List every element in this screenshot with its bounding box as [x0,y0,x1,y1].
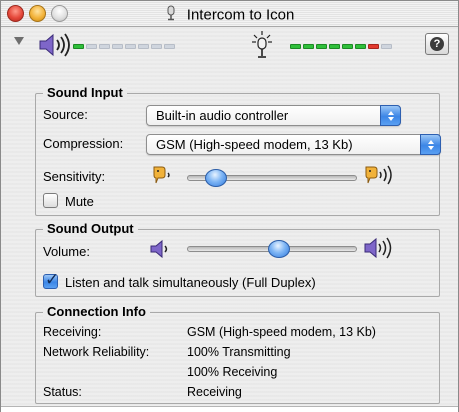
meter-segment [329,44,340,49]
intercom-window: Intercom to Icon ? Sound Input Source: B… [0,0,459,412]
microphone-level-icon [251,30,273,65]
status-label: Status: [43,385,82,399]
meter-segment [99,44,110,49]
disclosure-triangle-icon[interactable] [14,37,24,45]
compression-popup[interactable]: GSM (High-speed modem, 13 Kb) [146,134,441,155]
question-icon: ? [430,37,444,51]
microphone-icon [165,5,177,25]
high-sensitivity-icon [363,164,395,193]
meter-segment [316,44,327,49]
full-duplex-checkbox[interactable]: ✓ [43,270,60,289]
window-bottom-edge [1,406,458,412]
sound-input-title: Sound Input [43,86,127,100]
checkmark-icon: ✓ [45,270,60,289]
sound-output-title: Sound Output [43,222,138,236]
speaker-icon [37,32,71,63]
title-bar[interactable]: Intercom to Icon [1,1,458,27]
meter-segment [112,44,123,49]
receiving-label: Receiving: [43,325,102,339]
volume-high-icon [363,236,395,265]
receiving-value: GSM (High-speed modem, 13 Kb) [187,325,376,339]
meter-segment [368,44,379,49]
sensitivity-slider-thumb[interactable] [204,169,227,187]
meter-segment [342,44,353,49]
source-value: Built-in audio controller [156,108,289,123]
volume-low-icon [149,238,173,265]
source-popup[interactable]: Built-in audio controller [146,105,401,126]
network-reliability-label: Network Reliability: [43,345,150,359]
meter-segment [164,44,175,49]
connection-info-title: Connection Info [43,305,150,319]
help-button[interactable]: ? [425,33,449,55]
meter-segment [290,44,301,49]
sensitivity-label: Sensitivity: [43,169,106,184]
low-sensitivity-icon [151,164,175,191]
compression-value: GSM (High-speed modem, 13 Kb) [156,137,353,152]
popup-arrows-icon [420,134,441,155]
output-level-meter [73,44,175,49]
meter-segment [125,44,136,49]
window-title-text: Intercom to Icon [186,6,295,24]
input-level-meter [290,44,392,49]
transmitting-value: 100% Transmitting [187,345,291,359]
mute-checkbox[interactable] [43,193,58,208]
meter-segment [151,44,162,49]
compression-label: Compression: [43,136,124,151]
meter-segment [381,44,392,49]
popup-arrows-icon [380,105,401,126]
source-label: Source: [43,107,88,122]
meter-segment [303,44,314,49]
mute-label: Mute [65,194,94,209]
receiving-reliability-value: 100% Receiving [187,365,278,379]
volume-label: Volume: [43,244,90,259]
meter-segment [355,44,366,49]
meter-segment [73,44,84,49]
full-duplex-label: Listen and talk simultaneously (Full Dup… [65,275,316,290]
window-title: Intercom to Icon [1,5,458,25]
meter-segment [138,44,149,49]
meter-segment [86,44,97,49]
status-value: Receiving [187,385,242,399]
